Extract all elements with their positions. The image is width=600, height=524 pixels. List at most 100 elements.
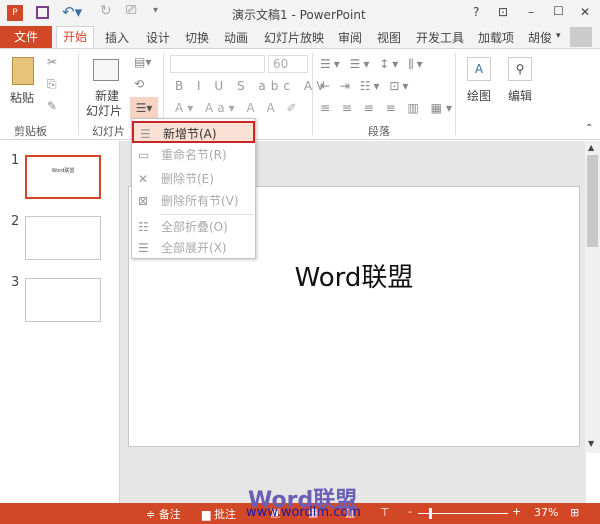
- editing-icon[interactable]: ⚲: [508, 57, 532, 81]
- tab-developer[interactable]: 开发工具: [416, 29, 464, 46]
- menu-item-remove-section[interactable]: ✕ 删除节(E): [132, 168, 255, 190]
- group-clipboard-label: 剪贴板: [14, 125, 47, 138]
- font-format-icons[interactable]: B I U S abc AV: [175, 79, 329, 93]
- slide-number: 2: [11, 214, 20, 229]
- redo-icon[interactable]: ↻: [100, 3, 112, 19]
- slide-thumbnail-pane: 1 Word联盟 2 3: [0, 141, 120, 503]
- slide-thumbnail[interactable]: [25, 278, 101, 322]
- copy-icon[interactable]: ⎘: [47, 77, 57, 92]
- menu-label: 新增节(A): [163, 127, 217, 141]
- drawing-button[interactable]: 绘图: [467, 87, 491, 104]
- menu-label: 重命名节(R): [161, 148, 227, 162]
- group-slides-label: 幻灯片: [92, 125, 125, 138]
- zoom-out-button[interactable]: -: [408, 505, 412, 518]
- indent-icons[interactable]: ⇤ ⇥ ☷▾ ⊡▾: [320, 79, 411, 93]
- notes-label: 备注: [158, 508, 181, 521]
- menu-label: 全部折叠(O): [161, 220, 228, 234]
- cut-icon[interactable]: ✂: [47, 55, 57, 69]
- slideshow-icon[interactable]: ⊤: [380, 506, 390, 519]
- reset-icon[interactable]: ⟲: [134, 77, 144, 91]
- menu-item-remove-all-sections[interactable]: ⊠ 删除所有节(V): [132, 190, 255, 212]
- presentation-icon[interactable]: ⎚: [126, 3, 136, 18]
- new-slide-label-2[interactable]: 幻灯片: [86, 102, 122, 119]
- drawing-icon[interactable]: A: [467, 57, 491, 81]
- new-slide-icon[interactable]: [93, 59, 119, 81]
- menu-item-rename-section[interactable]: ▭ 重命名节(R): [132, 144, 255, 166]
- user-name[interactable]: 胡俊: [528, 29, 552, 46]
- remove-all-sections-icon: ⊠: [138, 194, 149, 208]
- tab-home[interactable]: 开始: [56, 26, 94, 49]
- vertical-scrollbar[interactable]: ▲ ▼: [585, 141, 600, 453]
- powerpoint-logo-icon: P: [7, 5, 23, 21]
- slide-thumbnail[interactable]: Word联盟: [25, 155, 101, 199]
- avatar[interactable]: [570, 27, 592, 47]
- scroll-thumb[interactable]: [587, 155, 598, 247]
- title-bar: P ↶▾ ↻ ⎚ ▾ 演示文稿1 - PowerPoint ? ⊡ – ☐ ✕: [0, 0, 600, 26]
- paste-icon[interactable]: [12, 57, 34, 85]
- tab-review[interactable]: 审阅: [338, 29, 362, 46]
- ribbon-display-button[interactable]: ⊡: [498, 5, 508, 19]
- zoom-level[interactable]: 37%: [534, 506, 558, 519]
- scroll-up-icon[interactable]: ▲: [588, 143, 594, 152]
- help-button[interactable]: ?: [473, 5, 479, 19]
- menu-label: 删除节(E): [161, 172, 214, 186]
- window-title: 演示文稿1 - PowerPoint: [232, 8, 366, 22]
- minimize-button[interactable]: –: [528, 5, 534, 19]
- menu-item-add-section[interactable]: ☰ 新增节(A): [132, 121, 255, 143]
- remove-section-icon: ✕: [138, 172, 149, 186]
- align-icons[interactable]: ≡ ≡ ≡ ≡ ▥ ▦▾: [320, 101, 456, 115]
- slide-title[interactable]: Word联盟: [129, 257, 579, 294]
- tab-insert[interactable]: 插入: [105, 29, 129, 46]
- menu-separator: [160, 214, 254, 215]
- format-painter-icon[interactable]: ✎: [47, 99, 57, 113]
- comments-label: 批注: [213, 508, 236, 521]
- tab-design[interactable]: 设计: [146, 29, 170, 46]
- user-menu-chevron-icon[interactable]: ▾: [556, 31, 561, 41]
- tab-animations[interactable]: 动画: [224, 29, 248, 46]
- notes-button[interactable]: ≑ 备注: [146, 506, 181, 522]
- menu-label: 全部展开(X): [161, 241, 227, 255]
- font-size-combobox[interactable]: 60: [268, 55, 308, 73]
- thumbnail-text: Word联盟: [51, 168, 75, 174]
- comments-button[interactable]: ▆ 批注: [202, 506, 236, 522]
- zoom-in-button[interactable]: +: [512, 505, 521, 518]
- menu-label: 删除所有节(V): [161, 194, 239, 208]
- layout-icon[interactable]: ▤▾: [134, 55, 151, 69]
- menu-item-expand-all[interactable]: ☰ 全部展开(X): [132, 237, 255, 259]
- fit-to-window-icon[interactable]: ⊞: [570, 506, 579, 519]
- customize-qat-icon[interactable]: ▾: [153, 5, 158, 16]
- section-button[interactable]: ☰▾: [130, 97, 158, 119]
- save-icon[interactable]: [36, 6, 49, 19]
- paste-button[interactable]: 粘贴: [10, 89, 34, 106]
- close-button[interactable]: ✕: [580, 5, 590, 19]
- slide-number: 3: [11, 275, 20, 290]
- menu-item-collapse-all[interactable]: ☷ 全部折叠(O): [132, 216, 255, 238]
- font-size-icons[interactable]: A▾ Aa▾ A A ✐: [175, 101, 301, 115]
- slide-thumbnail[interactable]: [25, 216, 101, 260]
- tab-transitions[interactable]: 切换: [185, 29, 209, 46]
- section-dropdown-menu: ☰ 新增节(A) ▭ 重命名节(R) ✕ 删除节(E) ⊠ 删除所有节(V) ☷ 全部折叠…: [131, 118, 256, 259]
- list-icons[interactable]: ☰▾ ☰▾ ↕▾ ⫼▾: [320, 57, 426, 72]
- slide-number: 1: [11, 153, 20, 168]
- rename-section-icon: ▭: [138, 148, 150, 162]
- zoom-slider[interactable]: [418, 508, 508, 519]
- collapse-ribbon-icon[interactable]: ⌃: [585, 123, 593, 134]
- tab-view[interactable]: 视图: [377, 29, 401, 46]
- collapse-all-icon: ☷: [138, 220, 149, 234]
- zoom-slider-thumb[interactable]: [429, 508, 432, 519]
- scroll-down-icon[interactable]: ▼: [588, 439, 594, 448]
- tab-file[interactable]: 文件: [0, 26, 52, 48]
- editing-button[interactable]: 编辑: [508, 87, 532, 104]
- add-section-icon: ☰: [140, 127, 151, 141]
- tab-addins[interactable]: 加载项: [478, 29, 514, 46]
- group-divider: [78, 53, 79, 135]
- undo-icon[interactable]: ↶▾: [62, 3, 82, 21]
- expand-all-icon: ☰: [138, 241, 149, 255]
- group-paragraph-label: 段落: [368, 125, 390, 138]
- maximize-button[interactable]: ☐: [553, 4, 564, 18]
- ribbon: 粘贴 ✂ ⎘ ✎ 剪贴板 新建 幻灯片 ▤▾ ⟲ ☰▾ 幻灯片 60 B I U…: [0, 48, 600, 140]
- group-divider: [312, 53, 313, 135]
- watermark-url: www.wordlm.com: [246, 505, 361, 520]
- font-name-combobox[interactable]: [170, 55, 265, 73]
- tab-slideshow[interactable]: 幻灯片放映: [264, 29, 324, 46]
